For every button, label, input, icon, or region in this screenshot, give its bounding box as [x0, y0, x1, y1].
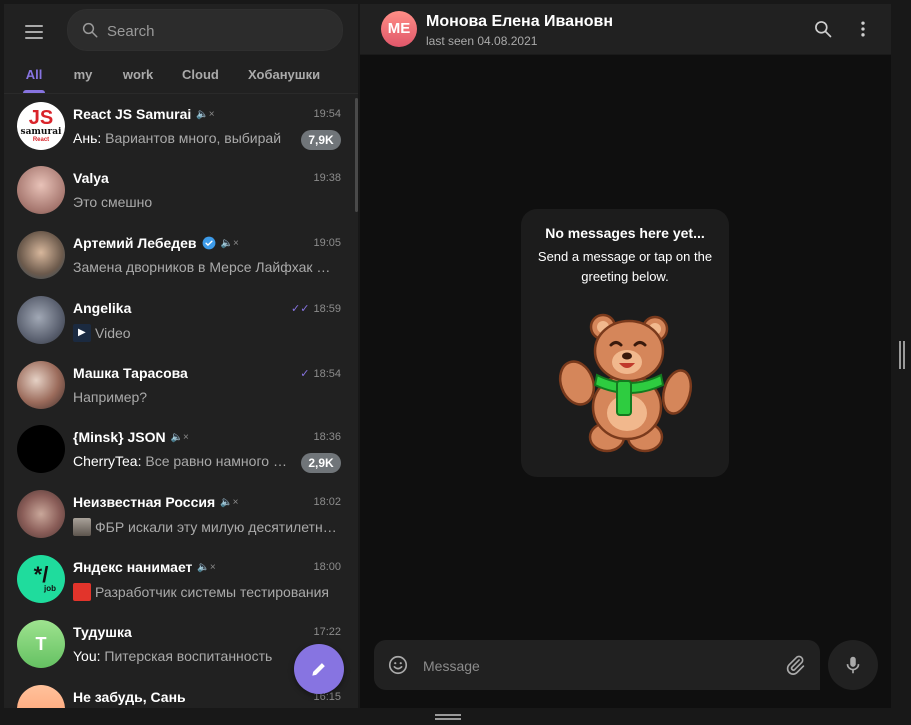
search-icon — [82, 22, 98, 38]
avatar — [17, 166, 65, 214]
chat-name: {Minsk} JSON 🔈× — [73, 429, 189, 445]
muted-speaker-icon: 🔈× — [196, 108, 215, 120]
avatar — [17, 425, 65, 473]
peer-avatar[interactable]: ME — [381, 11, 417, 47]
column-resize-handle[interactable] — [899, 341, 905, 369]
avatar — [17, 490, 65, 538]
peer-status: last seen 04.08.2021 — [426, 34, 538, 48]
peer-name: Монова Елена Ивановн — [426, 13, 613, 30]
sidebar-header — [4, 4, 358, 56]
chat-time: 18:00 — [313, 561, 341, 573]
avatar — [17, 361, 65, 409]
chat-item[interactable]: Valya 19:38 Это смешно — [4, 158, 354, 222]
avatar: T — [17, 620, 65, 668]
muted-speaker-icon: 🔈× — [220, 237, 239, 249]
chat-item[interactable]: JS samurai React React JS Samurai 🔈× 19:… — [4, 94, 354, 158]
unread-badge: 7,9K — [301, 130, 341, 150]
video-thumbnail: ▶ — [73, 324, 91, 342]
chat-time: ✓✓ 18:59 — [291, 302, 341, 316]
chat-preview: CherryTea: Все равно намного лучше — [73, 453, 295, 469]
avatar: JS samurai React — [17, 102, 65, 150]
tab-cloud[interactable]: Cloud — [182, 56, 219, 93]
chat-item[interactable]: Angelika ✓✓ 18:59 ▶ Video — [4, 288, 354, 352]
chat-time: 19:54 — [313, 108, 341, 120]
chat-item[interactable]: {Minsk} JSON 🔈× 18:36 CherryTea: Все рав… — [4, 417, 354, 481]
more-vertical-icon[interactable] — [851, 17, 875, 41]
chat-name: Angelika — [73, 300, 132, 316]
chat-name: Машка Тарасова — [73, 365, 188, 381]
double-check-icon: ✓✓ — [291, 303, 310, 315]
unread-badge: 2,9K — [301, 453, 341, 473]
tab-hobanushki[interactable]: Хобанушки — [248, 56, 320, 93]
avatar — [17, 296, 65, 344]
chat-time: 17:22 — [313, 626, 341, 638]
chat-name: Не забудь, Сань — [73, 689, 186, 705]
tab-work[interactable]: work — [122, 56, 154, 93]
chat-list-scrollbar[interactable] — [355, 98, 358, 212]
message-input[interactable] — [421, 640, 765, 692]
photo-thumbnail — [73, 518, 91, 536]
chat-name: Неизвестная Россия 🔈× — [73, 494, 239, 510]
chat-preview: Замена дворников в Мерсе Лайфхак 2021 — [73, 259, 338, 275]
chat-time: 18:02 — [313, 496, 341, 508]
muted-speaker-icon: 🔈× — [170, 431, 189, 443]
chat-panel: ME Монова Елена Ивановн last seen 04.08.… — [360, 4, 891, 708]
emoji-icon[interactable] — [387, 654, 409, 676]
menu-icon[interactable] — [18, 16, 50, 48]
chat-preview: Например? — [73, 389, 148, 405]
microphone-icon — [846, 656, 860, 674]
chat-item[interactable]: */ job Яндекс нанимает 🔈× 18:00 Разработ… — [4, 547, 354, 611]
chat-time: 18:36 — [313, 431, 341, 443]
empty-chat-card: No messages here yet... Send a message o… — [521, 209, 729, 477]
new-message-button[interactable] — [294, 644, 344, 694]
chat-item[interactable]: Машка Тарасова ✓ 18:54 Например? — [4, 353, 354, 417]
chat-name: Артемий Лебедев 🔈× — [73, 235, 239, 251]
muted-speaker-icon: 🔈× — [220, 496, 239, 508]
chat-name: Яндекс нанимает 🔈× — [73, 559, 216, 575]
chat-name: Valya — [73, 170, 109, 186]
empty-description: Send a message or tap on the greeting be… — [537, 249, 713, 284]
chat-preview: You: Питерская воспитанность — [73, 648, 273, 664]
pencil-icon — [312, 663, 325, 676]
chat-item[interactable]: Артемий Лебедев 🔈× 19:05 Замена дворнико… — [4, 223, 354, 287]
search-input[interactable] — [105, 10, 329, 52]
paperclip-icon[interactable] — [784, 654, 806, 676]
avatar — [17, 685, 65, 708]
folder-tabs: All my work Cloud Хобанушки — [4, 56, 358, 94]
chat-time: 19:38 — [313, 172, 341, 184]
chat-time: 19:05 — [313, 237, 341, 249]
chat-preview: ФБР искали эту милую десятилетнюю девочк… — [73, 518, 338, 536]
record-voice-button[interactable] — [828, 640, 878, 690]
chat-preview: Это смешно — [73, 194, 153, 210]
tab-my[interactable]: my — [72, 56, 94, 93]
avatar: */ job — [17, 555, 65, 603]
search-box[interactable] — [67, 9, 343, 52]
chat-list-panel: All my work Cloud Хобанушки JS samurai R… — [4, 4, 358, 708]
chat-header[interactable]: ME Монова Елена Ивановн last seen 04.08.… — [360, 4, 891, 55]
avatar — [17, 231, 65, 279]
muted-speaker-icon: 🔈× — [197, 561, 216, 573]
verified-icon — [202, 236, 215, 250]
chat-name: Тудушка — [73, 624, 132, 640]
chat-preview: ▶ Video — [73, 324, 338, 342]
chat-item[interactable]: Неизвестная Россия 🔈× 18:02 ФБР искали э… — [4, 482, 354, 546]
chat-time: ✓ 18:54 — [300, 367, 341, 381]
telegram-app: All my work Cloud Хобанушки JS samurai R… — [0, 0, 911, 725]
row-resize-handle[interactable] — [435, 714, 461, 721]
greeting-sticker[interactable] — [555, 307, 695, 457]
message-composer[interactable] — [374, 640, 820, 692]
photo-thumbnail — [73, 583, 91, 601]
check-icon: ✓ — [300, 368, 310, 380]
chat-list: JS samurai React React JS Samurai 🔈× 19:… — [4, 94, 358, 708]
search-icon[interactable] — [811, 17, 835, 41]
empty-title: No messages here yet... — [545, 225, 705, 241]
chat-name: React JS Samurai 🔈× — [73, 106, 215, 122]
chat-preview: Ань: Вариантов много, выбирай — [73, 130, 282, 146]
tab-all[interactable]: All — [23, 56, 45, 93]
chat-preview: Разработчик системы тестирования — [73, 583, 338, 601]
